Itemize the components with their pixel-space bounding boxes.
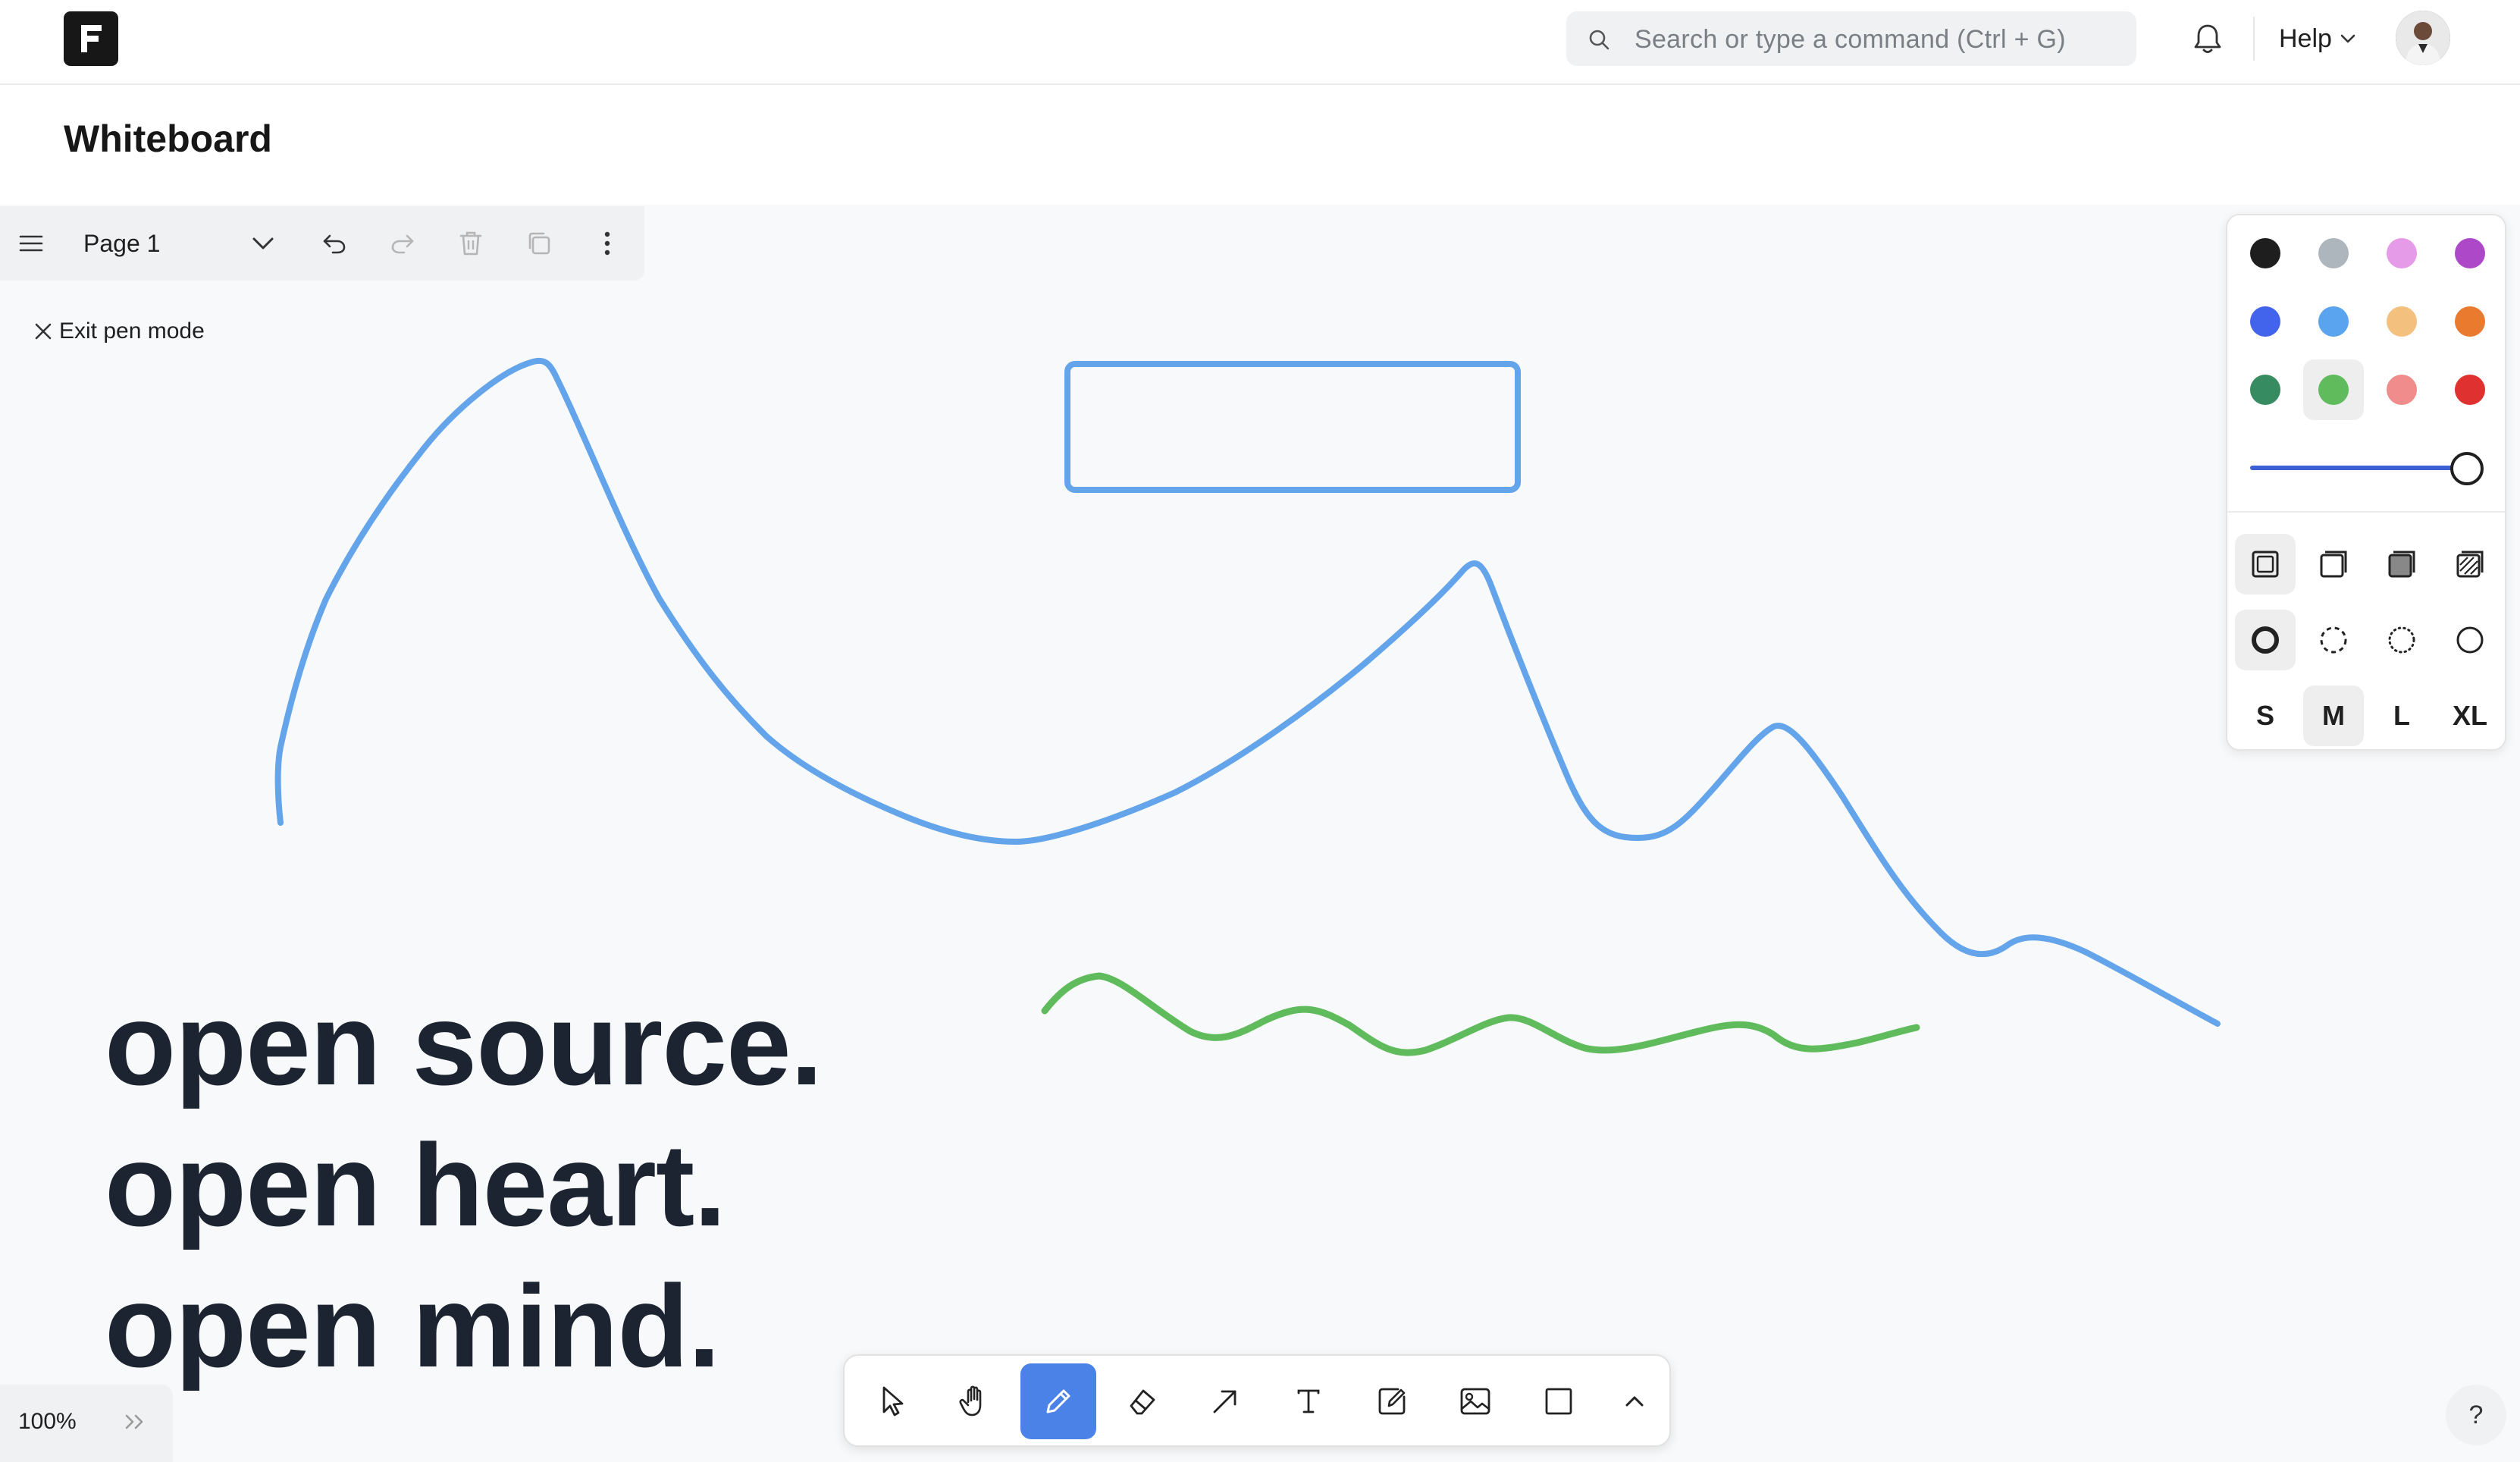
size-m-button[interactable]: M [2303, 686, 2364, 746]
rectangle-tool-icon[interactable] [1521, 1363, 1597, 1439]
media-tool-icon[interactable] [1437, 1363, 1513, 1439]
color-swatch-light-red[interactable] [2371, 359, 2432, 420]
style-panel: S M L XL [2226, 214, 2506, 751]
help-fab[interactable]: ? [2446, 1385, 2506, 1445]
expand-minimap-icon[interactable] [123, 1412, 149, 1432]
blue-rectangle-shape[interactable] [1064, 361, 1521, 493]
canvas-text-line-1[interactable]: open source. [105, 986, 823, 1103]
color-swatch-grey[interactable] [2303, 223, 2364, 284]
eraser-tool-icon[interactable] [1104, 1363, 1180, 1439]
zoom-control[interactable]: 100% [0, 1385, 173, 1462]
dash-dotted-icon[interactable] [2371, 610, 2432, 670]
opacity-slider-thumb[interactable] [2450, 452, 2484, 485]
fill-none-icon[interactable] [2235, 534, 2296, 595]
draw-tool-icon[interactable] [1020, 1363, 1096, 1439]
dash-dashed-icon[interactable] [2303, 610, 2364, 670]
text-tool-icon[interactable] [1271, 1363, 1346, 1439]
fill-pattern-icon[interactable] [2440, 534, 2500, 595]
size-l-button[interactable]: L [2371, 686, 2432, 746]
size-xl-button[interactable]: XL [2440, 686, 2500, 746]
tools-toolbar [843, 1354, 1671, 1447]
zoom-level: 100% [18, 1409, 77, 1434]
color-swatch-blue[interactable] [2235, 291, 2296, 352]
color-swatch-green[interactable] [2235, 359, 2296, 420]
color-swatch-orange[interactable] [2440, 291, 2500, 352]
hand-tool-icon[interactable] [937, 1363, 1013, 1439]
fill-solid-icon[interactable] [2371, 534, 2432, 595]
arrow-tool-icon[interactable] [1187, 1363, 1263, 1439]
color-swatch-yellow[interactable] [2371, 291, 2432, 352]
color-swatch-light-blue[interactable] [2303, 291, 2364, 352]
panel-divider [2227, 511, 2505, 513]
select-tool-icon[interactable] [854, 1363, 929, 1439]
color-swatch-light-violet[interactable] [2371, 223, 2432, 284]
green-freehand-stroke[interactable] [1041, 972, 1920, 1056]
opacity-slider-track[interactable] [2250, 466, 2470, 470]
canvas-text-line-3[interactable]: open mind. [105, 1268, 720, 1385]
color-swatch-violet[interactable] [2440, 223, 2500, 284]
canvas-text-line-2[interactable]: open heart. [105, 1127, 726, 1244]
more-tools-chevron-up-icon[interactable] [1597, 1363, 1672, 1439]
blue-freehand-stroke[interactable] [274, 357, 2221, 1027]
size-s-button[interactable]: S [2235, 686, 2296, 746]
dash-draw-icon[interactable] [2235, 610, 2296, 670]
note-tool-icon[interactable] [1354, 1363, 1430, 1439]
dash-solid-icon[interactable] [2440, 610, 2500, 670]
fill-semi-icon[interactable] [2303, 534, 2364, 595]
color-swatch-red[interactable] [2440, 359, 2500, 420]
color-swatch-light-green[interactable] [2303, 359, 2364, 420]
color-swatch-black[interactable] [2235, 223, 2296, 284]
